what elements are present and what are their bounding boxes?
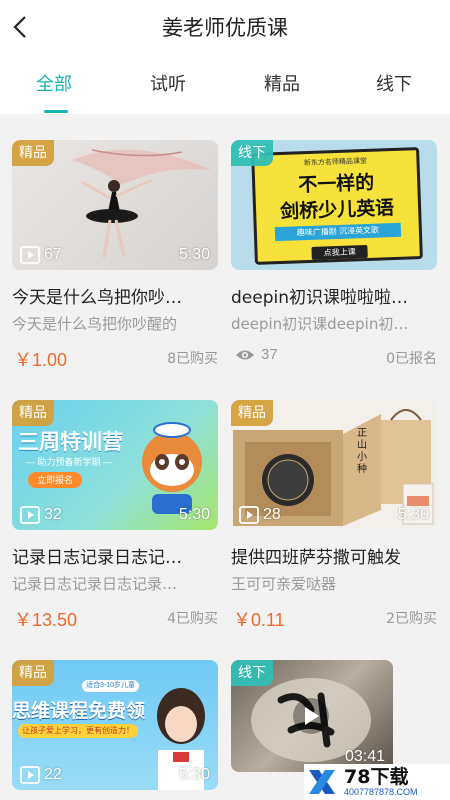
play-square-icon: [20, 506, 40, 524]
play-count: 22: [20, 766, 62, 784]
course-title: 提供四班萨芬撒可触发: [231, 548, 401, 568]
play-square-icon: [20, 246, 40, 264]
poster-heading: 思维课程免费领: [12, 700, 146, 722]
tab-offline[interactable]: 线下: [376, 70, 412, 96]
view-count-value: 37: [261, 346, 278, 363]
tab-bar: 全部 试听 精品 线下: [0, 50, 450, 114]
signup-count: 0已报名: [386, 351, 437, 367]
course-title: deepin初识课啦啦啦…: [231, 288, 408, 308]
duration: 5:30: [178, 766, 210, 783]
purchase-count: 8已购买: [167, 351, 218, 367]
premium-badge: 精品: [12, 400, 54, 426]
active-tab-indicator: [44, 110, 68, 113]
tab-premium[interactable]: 精品: [264, 70, 300, 96]
top-bar: 姜老师优质课: [0, 0, 450, 50]
purchase-count: 2已购买: [386, 611, 437, 627]
play-square-icon: [20, 766, 40, 784]
raccoon-mascot-image: [142, 422, 202, 514]
course-thumbnail: 正山小种 精品 28 5:30: [231, 400, 437, 530]
course-thumbnail: 适合3-10岁儿童 思维课程免费领 让孩子爱上学习，更有创造力！ 精品 22 5…: [12, 660, 218, 790]
play-count-value: 32: [44, 506, 62, 523]
play-count-value: 67: [44, 246, 62, 263]
offline-badge: 线下: [231, 140, 273, 166]
course-thumbnail: 精品 67 5:30: [12, 140, 218, 270]
poster-heading-2: 剑桥少儿英语: [279, 197, 395, 223]
premium-badge: 精品: [12, 140, 54, 166]
play-count: 32: [20, 506, 62, 524]
poster-frame: 新东方名师精品课堂 不一样的 剑桥少儿英语 趣味广播剧 沉浸英文歌 点我上课: [251, 147, 423, 265]
view-count: 37: [235, 346, 278, 363]
poster-tag: 适合3-10岁儿童: [82, 680, 140, 692]
course-price: ￥13.50: [14, 610, 78, 630]
tea-box-label: 正山小种: [357, 428, 367, 475]
duration: 5:30: [178, 246, 210, 263]
poster-button: 点我上课: [311, 244, 368, 260]
purchase-count: 4已购买: [167, 611, 218, 627]
course-price: ￥0.11: [233, 610, 285, 630]
watermark-text: 78下载: [344, 765, 409, 788]
course-subtitle: 记录日志记录日志记录…: [12, 575, 178, 593]
poster-band: 趣味广播剧 沉浸英文歌: [274, 222, 402, 242]
play-count-value: 28: [263, 506, 281, 523]
course-thumbnail: 三周特训营 — 助力预备新学期 — 立即报名 精品 32 5:30: [12, 400, 218, 530]
premium-badge: 精品: [12, 660, 54, 686]
poster-caption: — 助力预备新学期 —: [26, 457, 113, 467]
poster-button: 立即报名: [28, 472, 82, 488]
play-count: 67: [20, 246, 62, 264]
course-title: 今天是什么鸟把你吵…: [12, 288, 182, 308]
page-title: 姜老师优质课: [162, 16, 288, 40]
play-count: 28: [239, 506, 281, 524]
play-button[interactable]: [293, 698, 329, 734]
play-count-value: 22: [44, 766, 62, 783]
premium-badge: 精品: [231, 400, 273, 426]
eye-icon: [236, 350, 254, 359]
tab-all[interactable]: 全部: [36, 70, 72, 96]
duration: 5:30: [178, 506, 210, 523]
poster-heading: 三周特训营: [18, 430, 123, 454]
course-thumbnail: 新东方名师精品课堂 不一样的 剑桥少儿英语 趣味广播剧 沉浸英文歌 点我上课 线…: [231, 140, 437, 270]
tab-trial[interactable]: 试听: [150, 70, 186, 96]
site-watermark: 78下载 4007787878.COM: [304, 764, 450, 800]
course-title: 记录日志记录日志记…: [12, 548, 182, 568]
play-square-icon: [239, 506, 259, 524]
course-subtitle: 今天是什么鸟把你吵醒的: [12, 315, 178, 333]
duration: 5:30: [397, 506, 429, 523]
course-thumbnail: 线下 03:41: [231, 660, 393, 772]
offline-badge: 线下: [231, 660, 273, 686]
watermark-logo-icon: [304, 764, 340, 800]
course-subtitle: 王可可亲爱哒器: [231, 575, 337, 593]
poster-caption: 让孩子爱上学习，更有创造力！: [18, 724, 138, 738]
course-subtitle: deepin初识课deepin初…: [231, 315, 409, 333]
play-icon: [305, 707, 319, 725]
watermark-url: 4007787878.COM: [344, 786, 418, 797]
course-price: ￥1.00: [14, 350, 68, 370]
